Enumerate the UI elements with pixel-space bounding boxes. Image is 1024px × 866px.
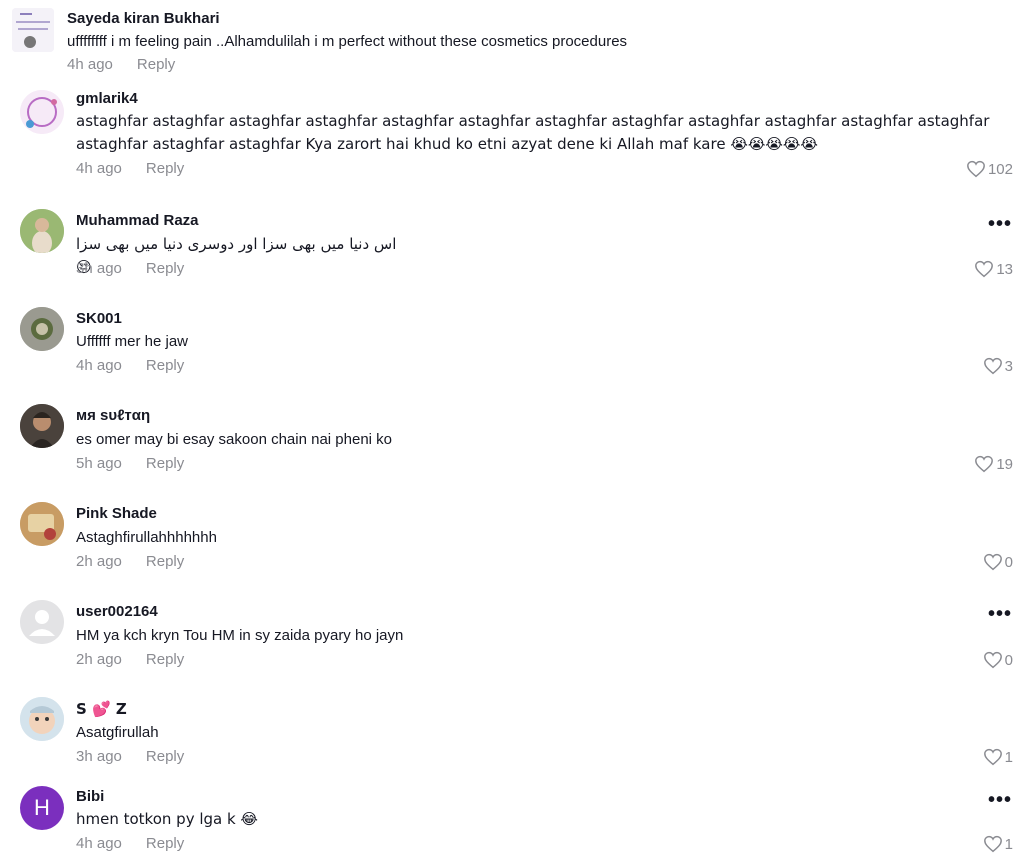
avatar-letter: H bbox=[34, 795, 50, 820]
comment-meta: 4h ago Reply bbox=[67, 56, 175, 73]
like-count: 3 bbox=[1004, 357, 1013, 375]
heart-icon bbox=[983, 553, 1002, 571]
heart-icon bbox=[983, 748, 1002, 766]
comment-meta: 2h ago Reply bbox=[76, 553, 184, 570]
reply-button[interactable]: Reply bbox=[137, 56, 175, 73]
comment-meta: 3h ago Reply bbox=[76, 260, 184, 277]
comment-time: 4h ago bbox=[76, 160, 122, 177]
more-options-button[interactable]: ••• bbox=[988, 790, 1012, 810]
comment-time: 2h ago bbox=[76, 651, 122, 668]
comment-meta: 4h ago Reply bbox=[76, 160, 184, 177]
avatar[interactable]: H bbox=[20, 786, 64, 830]
like-count: 1 bbox=[1004, 835, 1013, 853]
like-button[interactable]: 0 bbox=[983, 651, 1013, 669]
default-user-icon bbox=[20, 600, 64, 644]
comment-meta: 4h ago Reply bbox=[76, 835, 184, 852]
heart-icon bbox=[975, 455, 994, 473]
like-count: 102 bbox=[987, 160, 1013, 178]
comment-text: Astaghfirullahhhhhhh bbox=[76, 529, 217, 546]
reply-button[interactable]: Reply bbox=[146, 260, 184, 277]
comment-author[interactable]: user002164 bbox=[76, 603, 158, 620]
like-button[interactable]: 3 bbox=[983, 357, 1013, 375]
more-options-button[interactable]: ••• bbox=[988, 604, 1012, 624]
reply-button[interactable]: Reply bbox=[146, 835, 184, 852]
like-count: 1 bbox=[1004, 748, 1013, 766]
comment-author[interactable]: Bibi bbox=[76, 788, 104, 805]
heart-icon bbox=[983, 835, 1002, 853]
avatar[interactable] bbox=[20, 600, 64, 644]
comment-time: 3h ago bbox=[76, 748, 122, 765]
comment-text: es omer may bi esay sakoon chain nai phe… bbox=[76, 431, 393, 448]
reply-button[interactable]: Reply bbox=[146, 553, 184, 570]
avatar[interactable] bbox=[20, 404, 64, 448]
comment-time: 5h ago bbox=[76, 455, 122, 472]
comment-meta: 3h ago Reply bbox=[76, 748, 184, 765]
comment-text: HM ya kch kryn Tou HM in sy zaida pyary … bbox=[76, 627, 404, 644]
comment-author[interactable]: gmlarik4 bbox=[76, 90, 138, 107]
heart-icon bbox=[983, 357, 1002, 375]
avatar[interactable] bbox=[20, 697, 64, 741]
like-button[interactable]: 13 bbox=[974, 260, 1013, 278]
reply-button[interactable]: Reply bbox=[146, 748, 184, 765]
heart-icon bbox=[975, 260, 994, 278]
like-button[interactable]: 102 bbox=[966, 160, 1013, 178]
comment-author[interactable]: S 💕 Z bbox=[76, 700, 127, 718]
like-button[interactable]: 0 bbox=[983, 553, 1013, 571]
comment-author[interactable]: мя ѕυℓтαη bbox=[76, 407, 150, 424]
heart-icon bbox=[983, 651, 1002, 669]
comment-text: uffffffff i m feeling pain ..Alhamdulila… bbox=[67, 33, 628, 50]
comment-meta: 2h ago Reply bbox=[76, 651, 184, 668]
comment-meta: 4h ago Reply bbox=[76, 357, 184, 374]
like-button[interactable]: 19 bbox=[974, 455, 1013, 473]
comment-author[interactable]: SK001 bbox=[76, 310, 122, 327]
avatar[interactable] bbox=[20, 209, 64, 253]
like-button[interactable]: 1 bbox=[983, 748, 1013, 766]
reply-button[interactable]: Reply bbox=[146, 160, 184, 177]
like-count: 19 bbox=[996, 455, 1013, 473]
heart-icon bbox=[967, 160, 985, 178]
comment-text: Asatgfirullah bbox=[76, 724, 159, 741]
comment-author[interactable]: Muhammad Raza bbox=[76, 212, 199, 229]
like-count: 13 bbox=[996, 260, 1013, 278]
like-button[interactable]: 1 bbox=[983, 835, 1013, 853]
avatar[interactable] bbox=[20, 502, 64, 546]
comment-time: 4h ago bbox=[67, 56, 113, 73]
avatar[interactable] bbox=[12, 8, 54, 52]
comment-time: 2h ago bbox=[76, 553, 122, 570]
reply-button[interactable]: Reply bbox=[146, 455, 184, 472]
comment-time: 4h ago bbox=[76, 835, 122, 852]
comment-text: Uffffff mer he jaw bbox=[76, 333, 189, 350]
more-options-button[interactable]: ••• bbox=[988, 214, 1012, 234]
avatar[interactable] bbox=[20, 307, 64, 351]
comment-time: 4h ago bbox=[76, 357, 122, 374]
like-count: 0 bbox=[1004, 651, 1013, 669]
reply-button[interactable]: Reply bbox=[146, 357, 184, 374]
reply-button[interactable]: Reply bbox=[146, 651, 184, 668]
comment-text: astaghfar astaghfar astaghfar astaghfar … bbox=[76, 112, 990, 153]
comment-meta: 5h ago Reply bbox=[76, 455, 184, 472]
comment-text: hmen totkon py lga k 😂 bbox=[76, 810, 258, 828]
like-count: 0 bbox=[1004, 553, 1013, 571]
comment-author[interactable]: Pink Shade bbox=[76, 505, 157, 522]
avatar[interactable] bbox=[20, 90, 64, 134]
comment-author[interactable]: Sayeda kiran Bukhari bbox=[67, 10, 220, 27]
comment-time: 3h ago bbox=[76, 260, 122, 277]
